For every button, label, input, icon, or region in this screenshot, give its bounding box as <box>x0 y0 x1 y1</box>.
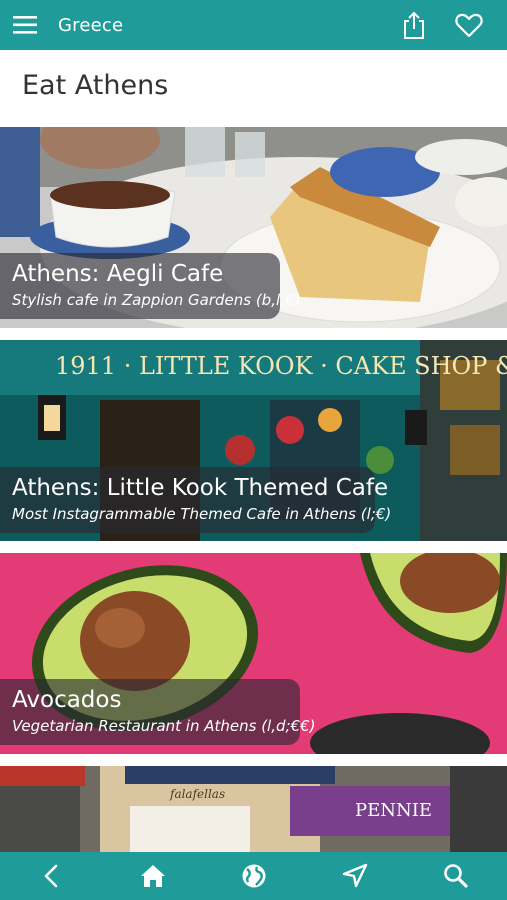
page-title: Eat Athens <box>22 70 169 101</box>
bottom-nav-bar <box>0 852 507 900</box>
list-item-falafel[interactable]: falafellas PENNIE <box>0 766 507 852</box>
card-label: Athens: Aegli Cafe Stylish cafe in Zappi… <box>0 253 301 319</box>
shop-sign: PENNIE <box>355 800 432 821</box>
heart-icon[interactable] <box>455 12 483 38</box>
share-icon[interactable] <box>400 10 428 40</box>
back-icon[interactable] <box>38 863 66 889</box>
list-item-aegli-cafe[interactable]: Athens: Aegli Cafe Stylish cafe in Zappi… <box>0 127 507 328</box>
card-label: Athens: Little Kook Themed Cafe Most Ins… <box>0 467 392 533</box>
card-subtitle: Vegetarian Restaurant in Athens (l,d;€€) <box>12 717 316 735</box>
globe-icon[interactable] <box>240 863 268 889</box>
card-title: Athens: Little Kook Themed Cafe <box>12 475 389 501</box>
search-icon[interactable] <box>442 863 470 889</box>
card-subtitle: Stylish cafe in Zappion Gardens (b,l;€) <box>12 291 301 309</box>
card-label: Avocados Vegetarian Restaurant in Athens… <box>0 679 316 745</box>
card-title: Athens: Aegli Cafe <box>12 261 224 287</box>
home-icon[interactable] <box>139 863 167 889</box>
street-photo: falafellas PENNIE <box>0 766 507 852</box>
list-item-avocados[interactable]: Avocados Vegetarian Restaurant in Athens… <box>0 553 507 754</box>
navigate-icon[interactable] <box>341 863 369 889</box>
card-subtitle: Most Instagrammable Themed Cafe in Athen… <box>12 505 392 523</box>
shop-sign: 1911 · LITTLE KOOK · CAKE SHOP & TEA HOU… <box>55 352 507 380</box>
list-item-little-kook[interactable]: 1911 · LITTLE KOOK · CAKE SHOP & TEA HOU… <box>0 340 507 541</box>
app-title: Greece <box>58 15 124 36</box>
shop-sign: falafellas <box>169 787 225 801</box>
menu-icon[interactable] <box>12 14 38 36</box>
top-app-bar: Greece <box>0 0 507 50</box>
card-title: Avocados <box>12 687 122 713</box>
